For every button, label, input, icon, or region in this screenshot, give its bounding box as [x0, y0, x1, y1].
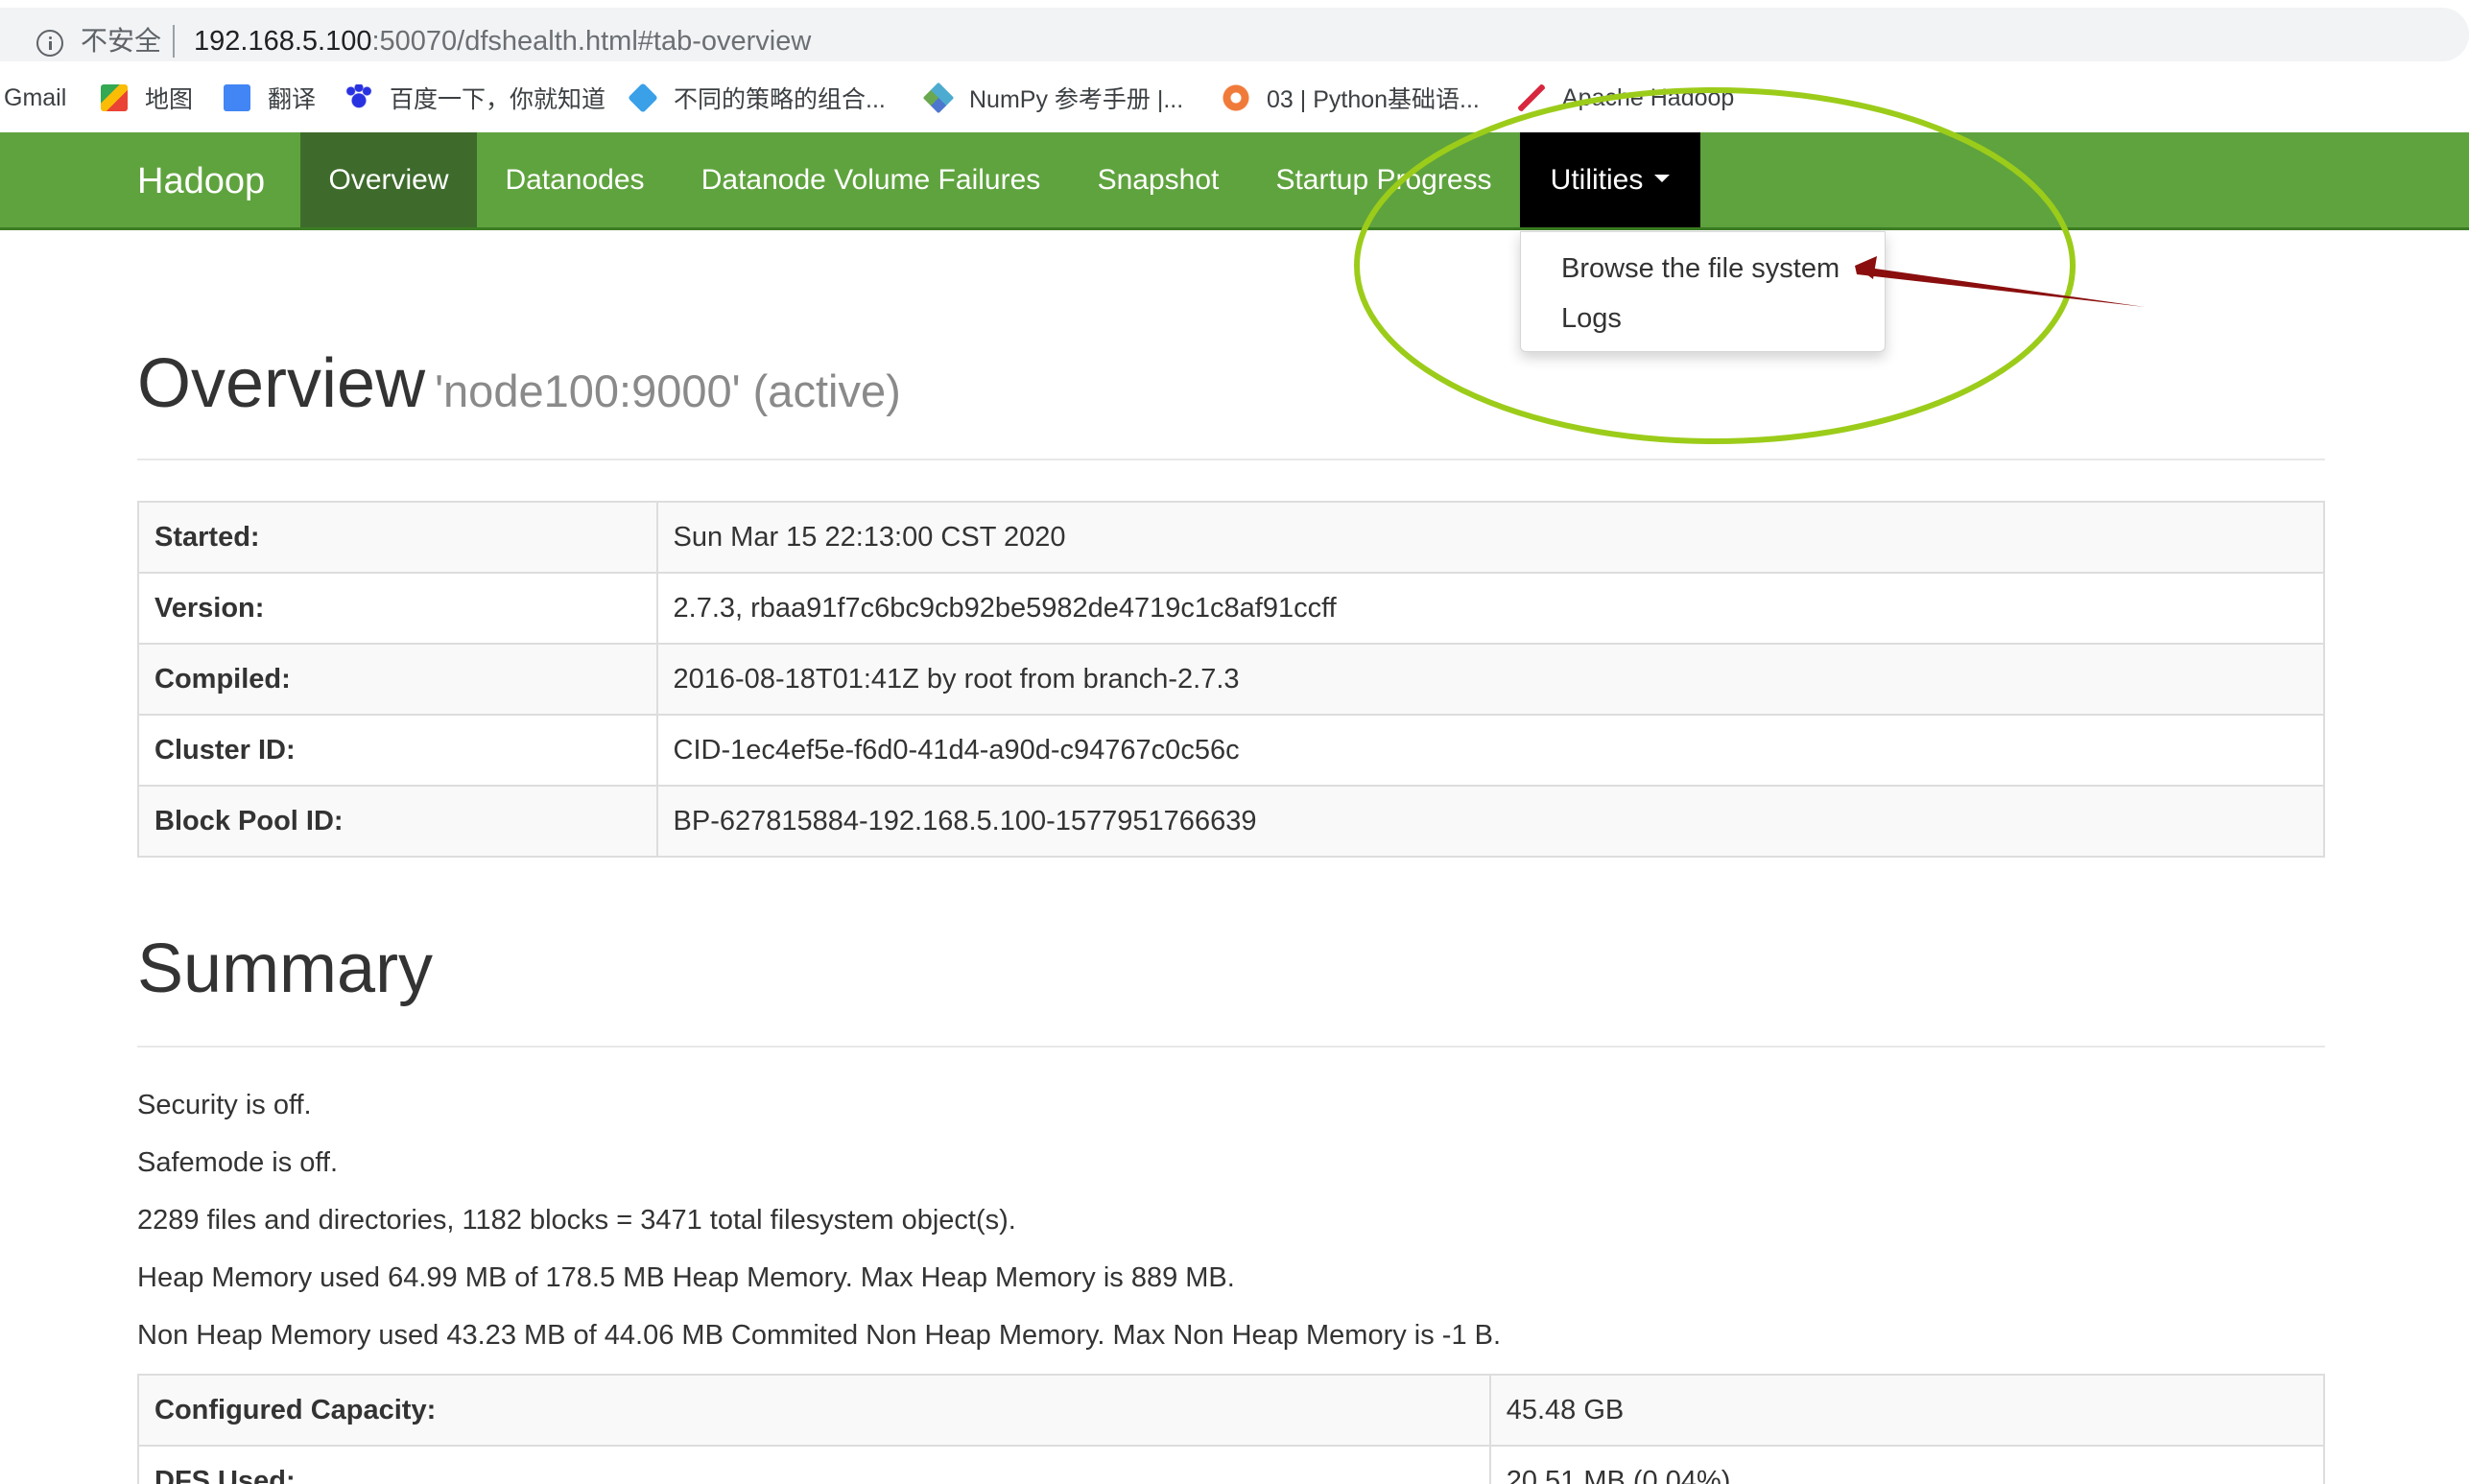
info-icon[interactable]: [36, 30, 63, 57]
browser-address-bar: 不安全 192.168.5.100:50070/dfshealth.html#t…: [0, 0, 2469, 65]
bookmark-apache-hadoop[interactable]: Apache Hadoop: [1518, 81, 1734, 115]
table-row: Version: 2.7.3, rbaa91f7c6bc9cb92be5982de…: [137, 572, 2326, 645]
table-row: Compiled: 2016-08-18T01:41Z by root from …: [137, 643, 2326, 716]
table-row: DFS Used: 20.51 MB (0.04%): [137, 1445, 2326, 1484]
url-host: 192.168.5.100: [194, 26, 372, 57]
row-key: DFS Used:: [137, 1445, 1491, 1484]
menu-item-logs[interactable]: Logs: [1561, 301, 1622, 336]
bookmark-translate[interactable]: 翻译: [224, 81, 316, 115]
row-value: 2016-08-18T01:41Z by root from branch-2.…: [655, 643, 2326, 716]
bookmark-label: 百度一下，你就知道: [390, 86, 606, 113]
bookmark-label: Apache Hadoop: [1562, 83, 1735, 111]
bookmark-strategy[interactable]: 不同的策略的组合...: [628, 81, 886, 115]
row-value: BP-627815884-192.168.5.100-1577951766639: [655, 785, 2326, 858]
bookmark-numpy[interactable]: NumPy 参考手册 |...: [922, 81, 1184, 115]
bookmark-python-course[interactable]: 03 | Python基础语...: [1223, 81, 1480, 115]
bookmark-baidu[interactable]: 百度一下，你就知道: [345, 81, 605, 115]
bookmark-gmail[interactable]: Gmail: [4, 81, 66, 115]
bookmark-label: 03 | Python基础语...: [1267, 86, 1480, 113]
row-key: Version:: [137, 572, 658, 645]
overview-title: Overview: [137, 345, 426, 422]
bookmarks-bar: Gmail 地图 翻译 百度一下，你就知道 不同的策略的组合... NumPy …: [0, 69, 2469, 127]
url-path: :50070/dfshealth.html#tab-overview: [371, 26, 812, 57]
filesystem-objects: 2289 files and directories, 1182 blocks …: [137, 1205, 1016, 1236]
nav-overview[interactable]: Overview: [300, 132, 477, 227]
table-row: Block Pool ID: BP-627815884-192.168.5.100…: [137, 785, 2326, 858]
heap-memory: Heap Memory used 64.99 MB of 178.5 MB He…: [137, 1262, 1235, 1293]
bookmark-label: 地图: [145, 86, 194, 113]
nav-snapshot[interactable]: Snapshot: [1069, 132, 1247, 227]
row-key: Block Pool ID:: [137, 785, 658, 858]
row-key: Compiled:: [137, 643, 658, 716]
overview-table: Started: Sun Mar 15 22:13:00 CST 2020 Ver…: [137, 501, 2326, 858]
non-heap-memory: Non Heap Memory used 43.23 MB of 44.06 M…: [137, 1320, 1502, 1351]
namenode-subtitle: 'node100:9000' (active): [435, 365, 901, 416]
row-key: Cluster ID:: [137, 714, 658, 787]
summary-table: Configured Capacity: 45.48 GB DFS Used: 20…: [137, 1374, 2326, 1484]
nav-utilities-label: Utilities: [1550, 164, 1644, 196]
utilities-dropdown-menu: Browse the file system Logs: [1520, 231, 1886, 352]
row-value: CID-1ec4ef5e-f6d0-41d4-a90d-c94767c0c56c: [655, 714, 2326, 787]
table-row: Cluster ID: CID-1ec4ef5e-f6d0-41d4-a90d-c…: [137, 714, 2326, 787]
geektime-icon: [1223, 84, 1249, 111]
table-row: Started: Sun Mar 15 22:13:00 CST 2020: [137, 501, 2326, 574]
menu-item-browse-file-system[interactable]: Browse the file system: [1561, 251, 1840, 286]
diamond-icon: [628, 82, 658, 113]
row-value: 20.51 MB (0.04%): [1488, 1445, 2326, 1484]
caret-down-icon: [1654, 175, 1671, 183]
hadoop-navbar: Hadoop Overview Datanodes Datanode Volum…: [0, 132, 2469, 230]
omnibox[interactable]: 不安全 192.168.5.100:50070/dfshealth.html#t…: [0, 8, 2469, 61]
security-status: Security is off.: [137, 1090, 312, 1120]
nav-utilities[interactable]: Utilities: [1520, 132, 1700, 227]
annotation-arrow-shaft: [1855, 266, 2145, 307]
bookmark-maps[interactable]: 地图: [101, 81, 193, 115]
insecure-label[interactable]: 不安全: [81, 24, 161, 59]
page-title: Overview'node100:9000' (active): [137, 341, 901, 435]
numpy-icon: [922, 82, 955, 114]
bookmark-label: Gmail: [4, 83, 67, 111]
nav-startup-progress[interactable]: Startup Progress: [1247, 132, 1520, 227]
divider: [137, 459, 2325, 460]
address-separator: [173, 25, 175, 58]
baidu-paw-icon: [345, 84, 372, 111]
row-value: Sun Mar 15 22:13:00 CST 2020: [655, 501, 2326, 574]
maps-icon: [101, 84, 128, 111]
nav-datanode-volume-failures[interactable]: Datanode Volume Failures: [673, 132, 1069, 227]
translate-icon: [224, 84, 250, 111]
row-key: Configured Capacity:: [137, 1374, 1491, 1447]
row-value: 2.7.3, rbaa91f7c6bc9cb92be5982de4719c1c8…: [655, 572, 2326, 645]
brand-logo[interactable]: Hadoop: [137, 132, 265, 230]
row-value: 45.48 GB: [1488, 1374, 2326, 1447]
bookmark-label: 不同的策略的组合...: [674, 86, 886, 113]
divider: [137, 1046, 2325, 1048]
safemode-status: Safemode is off.: [137, 1147, 339, 1178]
row-key: Started:: [137, 501, 658, 574]
url-text[interactable]: 192.168.5.100:50070/dfshealth.html#tab-o…: [194, 24, 811, 59]
summary-heading: Summary: [137, 930, 434, 1007]
bookmark-label: 翻译: [268, 86, 317, 113]
bookmark-label: NumPy 参考手册 |...: [969, 86, 1184, 113]
feather-icon: [1518, 84, 1545, 111]
table-row: Configured Capacity: 45.48 GB: [137, 1374, 2326, 1447]
nav-datanodes[interactable]: Datanodes: [477, 132, 673, 227]
